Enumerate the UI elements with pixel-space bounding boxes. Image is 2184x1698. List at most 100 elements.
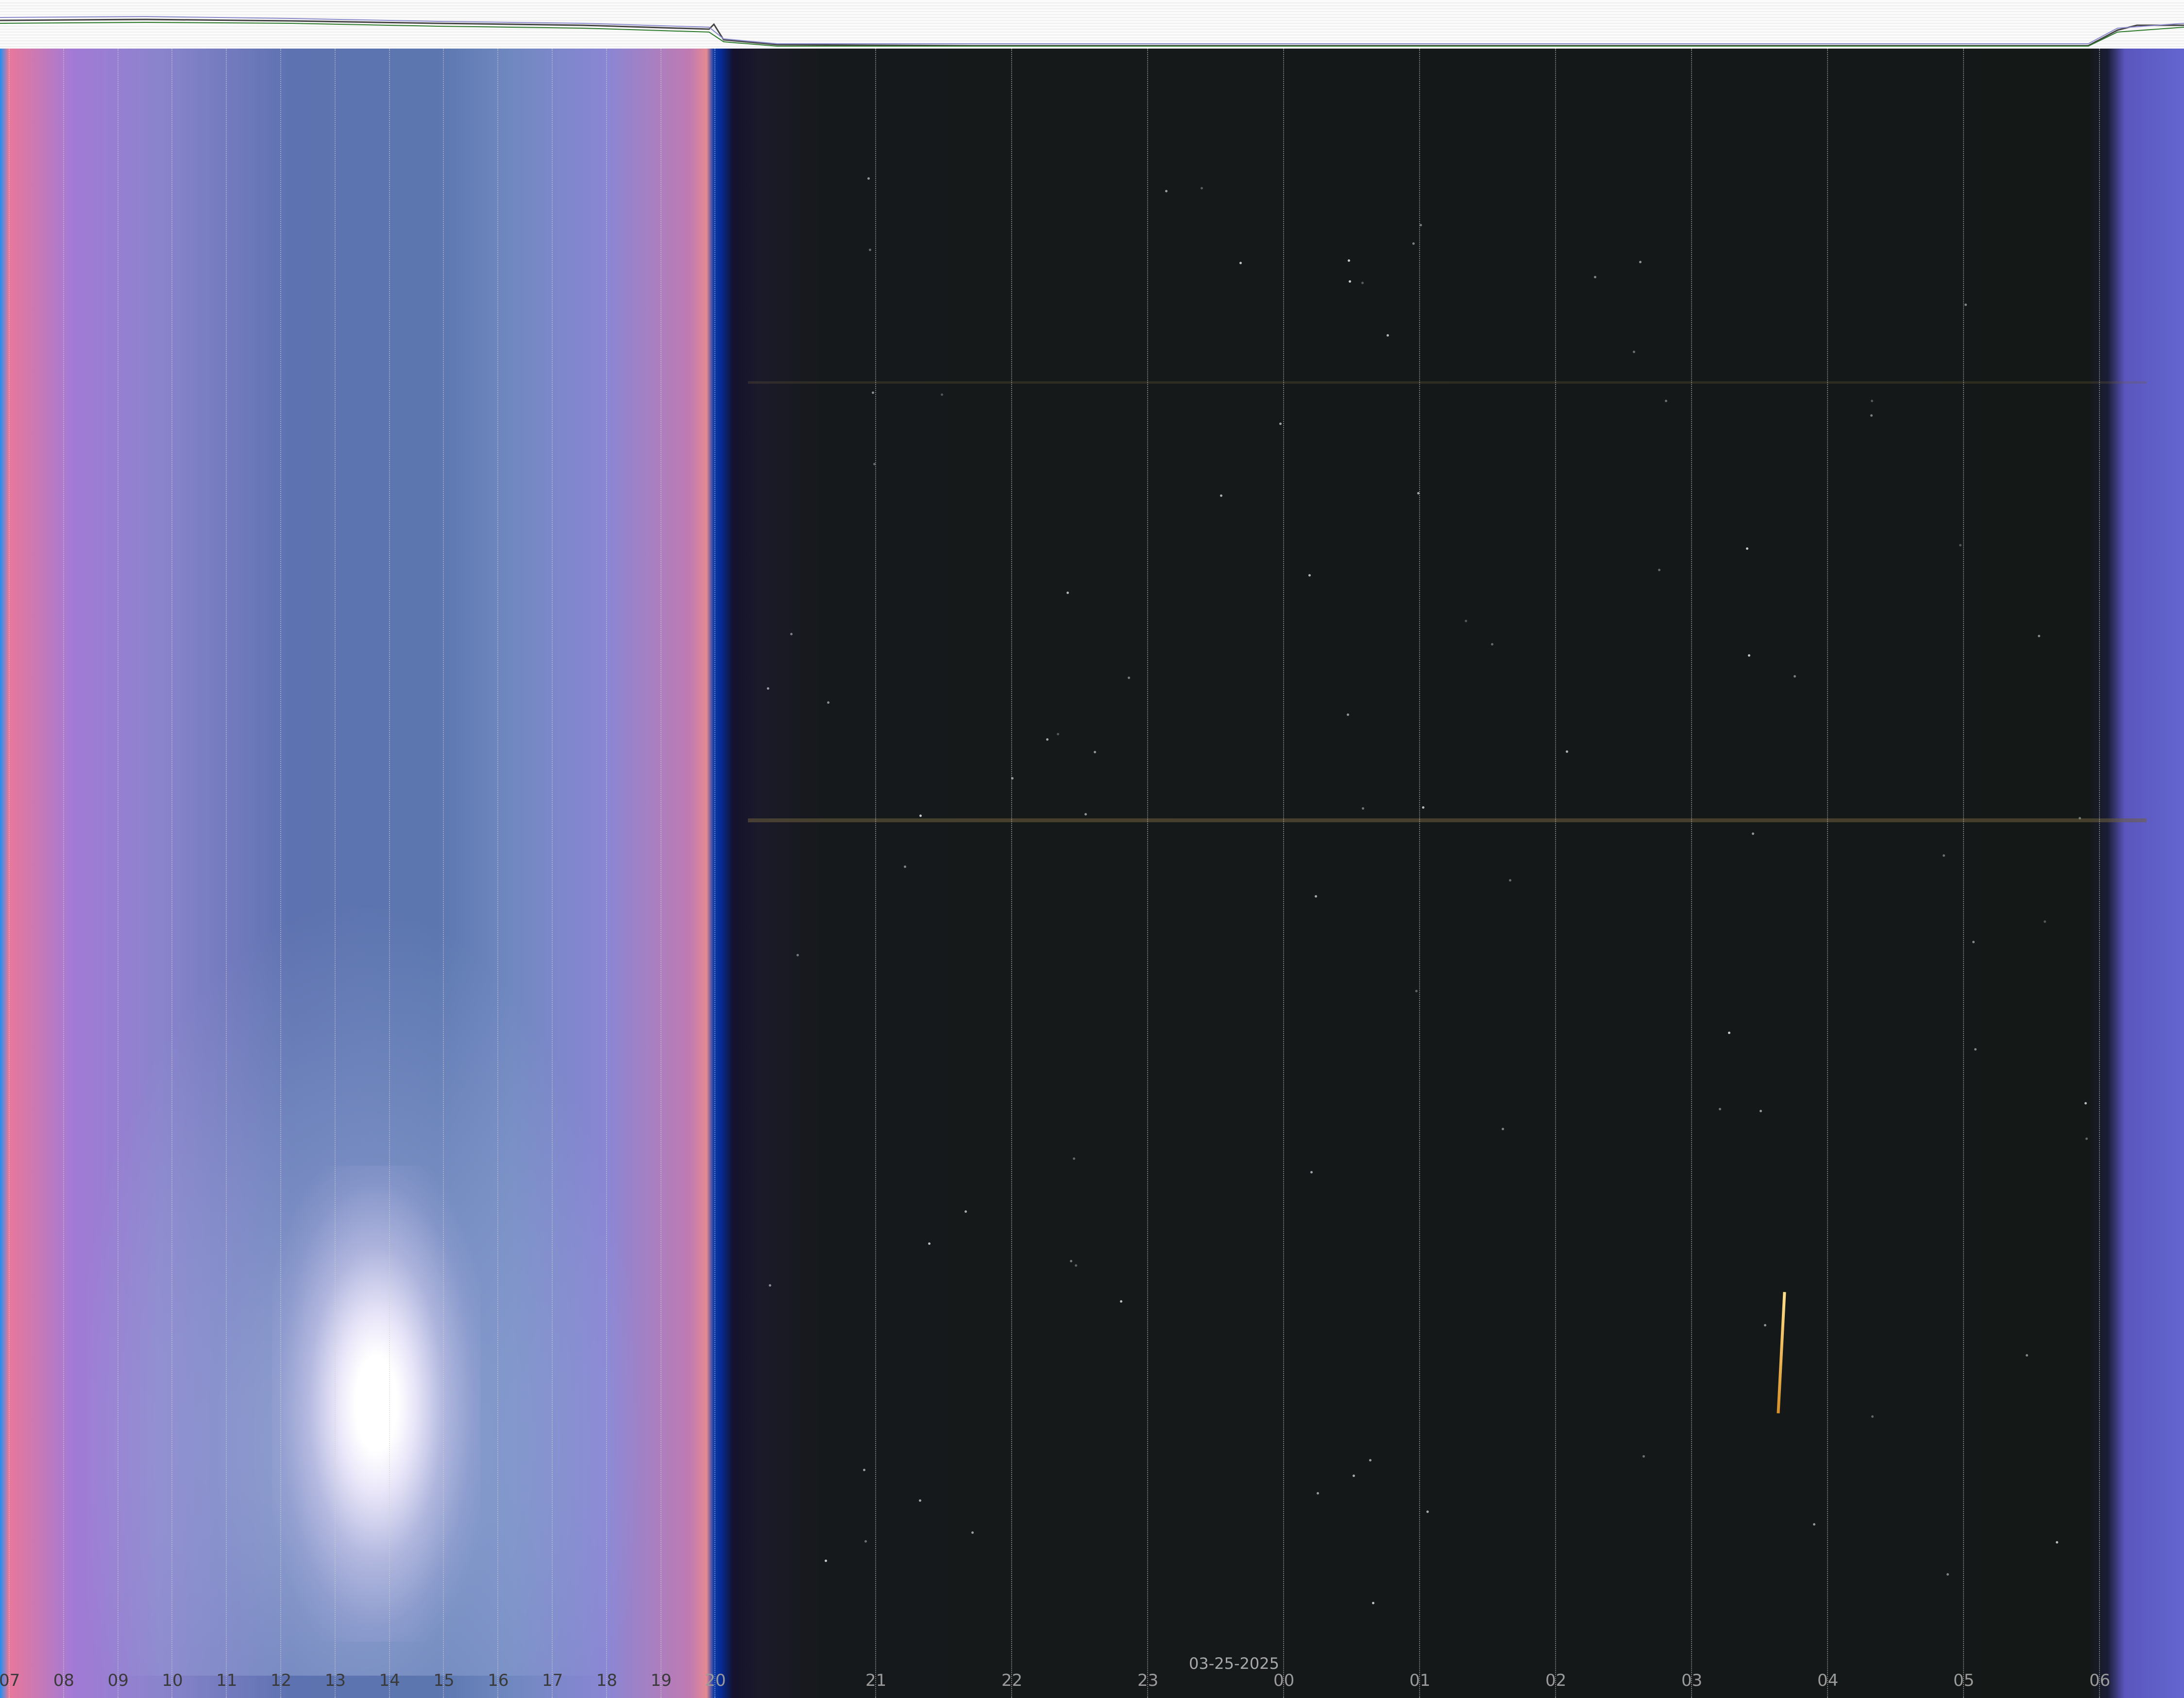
star <box>1566 750 1569 753</box>
star <box>1361 281 1364 284</box>
star <box>1751 832 1754 835</box>
star <box>1128 677 1131 679</box>
hour-gridline <box>280 49 281 1698</box>
star <box>2084 1102 2087 1104</box>
star <box>1594 275 1597 278</box>
hour-label-23: 23 <box>1137 1671 1159 1690</box>
hour-gridline <box>1283 49 1284 1698</box>
star <box>1871 1415 1874 1418</box>
star <box>2085 1138 2088 1140</box>
hour-gridline <box>497 49 499 1698</box>
star <box>1426 1510 1429 1513</box>
star <box>1642 1455 1645 1458</box>
star <box>1369 1459 1372 1462</box>
star <box>941 393 944 396</box>
star <box>1220 494 1223 497</box>
hour-gridline <box>443 49 444 1698</box>
keogram-panel <box>0 49 2184 1698</box>
star <box>863 1469 865 1472</box>
hour-gridline <box>875 49 876 1698</box>
star <box>1362 807 1364 810</box>
star <box>1959 543 1962 546</box>
star <box>1870 414 1873 417</box>
hour-label-16: 16 <box>488 1671 509 1690</box>
star <box>1665 399 1668 402</box>
star <box>1946 1573 1949 1576</box>
hour-label-08: 08 <box>53 1671 75 1690</box>
star <box>1348 259 1351 262</box>
hour-label-03: 03 <box>1681 1671 1703 1690</box>
hour-gridline <box>1419 49 1420 1698</box>
hour-gridline <box>1555 49 1556 1698</box>
star <box>928 1242 931 1245</box>
star <box>1412 242 1415 245</box>
sensor-line-green <box>0 21 2184 47</box>
star <box>2038 635 2041 638</box>
hour-label-02: 02 <box>1545 1671 1567 1690</box>
hour-label-09: 09 <box>107 1671 129 1690</box>
star <box>919 815 922 817</box>
star <box>1763 1324 1766 1326</box>
star <box>1465 620 1468 623</box>
hour-label-17: 17 <box>542 1671 563 1690</box>
hour-gridline <box>389 49 390 1698</box>
star <box>1075 1264 1078 1267</box>
star <box>1386 334 1389 337</box>
star <box>1347 713 1350 716</box>
hour-gridline <box>334 49 336 1698</box>
hour-label-12: 12 <box>271 1671 292 1690</box>
star <box>769 1284 772 1287</box>
hour-label-00: 00 <box>1273 1671 1295 1690</box>
star <box>1120 1300 1123 1303</box>
star <box>1084 813 1087 815</box>
hour-label-14: 14 <box>379 1671 400 1690</box>
hour-gridline <box>226 49 227 1698</box>
star <box>1308 574 1311 577</box>
hour-gridline <box>1691 49 1692 1698</box>
star <box>867 177 870 180</box>
star <box>1943 854 1946 857</box>
star <box>1974 1048 1977 1051</box>
hour-label-11: 11 <box>216 1671 237 1690</box>
star <box>1490 643 1493 646</box>
hour-gridline <box>552 49 553 1698</box>
star <box>767 687 770 690</box>
hour-gridline <box>1963 49 1964 1698</box>
star <box>971 1531 974 1534</box>
star <box>868 248 871 251</box>
star <box>1093 751 1096 754</box>
hour-label-05: 05 <box>1953 1671 1975 1690</box>
hour-gridline <box>1147 49 1148 1698</box>
hour-gridline <box>714 49 716 1698</box>
hour-label-15: 15 <box>433 1671 455 1690</box>
star <box>1310 1171 1313 1173</box>
star <box>1072 1157 1075 1160</box>
star <box>1745 547 1748 550</box>
sun-glare <box>272 1166 481 1642</box>
hour-label-04: 04 <box>1817 1671 1839 1690</box>
star <box>2044 920 2047 923</box>
star <box>1279 423 1282 425</box>
hour-label-22: 22 <box>1001 1671 1023 1690</box>
star <box>1353 1474 1355 1477</box>
horizon-band <box>748 818 2147 822</box>
faint-band <box>748 381 2147 384</box>
hour-label-19: 19 <box>650 1671 672 1690</box>
star <box>1658 568 1661 571</box>
hour-label-06: 06 <box>2089 1671 2111 1690</box>
hour-label-20: 20 <box>705 1671 726 1690</box>
star <box>1046 738 1049 741</box>
hour-gridline <box>2099 49 2100 1698</box>
star <box>1632 350 1635 353</box>
star <box>1794 675 1796 678</box>
hour-gridline <box>63 49 64 1698</box>
star <box>1871 399 1874 402</box>
hour-label-07: 07 <box>0 1671 20 1690</box>
hour-gridline <box>117 49 119 1698</box>
star <box>1422 806 1425 809</box>
star <box>1415 990 1418 993</box>
hour-gridline <box>9 49 10 1698</box>
star <box>1501 1128 1504 1131</box>
star <box>825 1560 828 1562</box>
star <box>1315 895 1318 898</box>
